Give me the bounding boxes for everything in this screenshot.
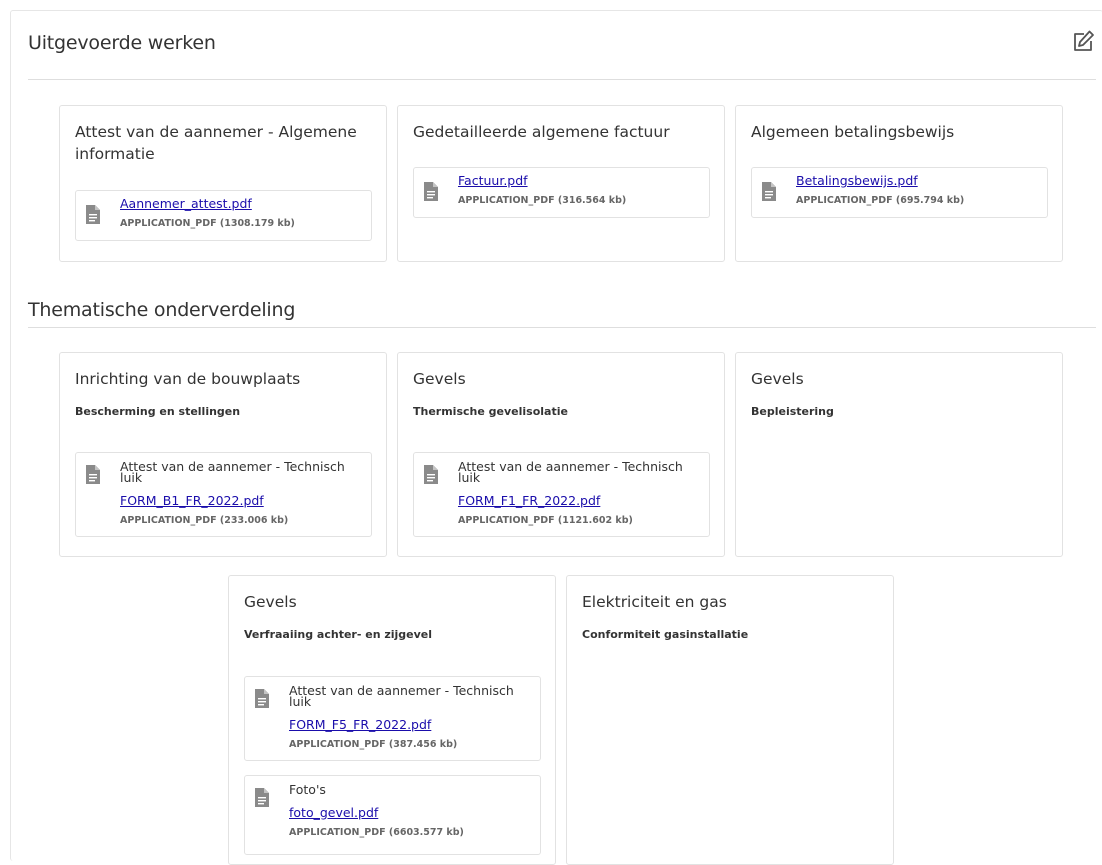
file-link[interactable]: FORM_F5_FR_2022.pdf <box>289 717 431 732</box>
file-icon <box>255 689 269 708</box>
edit-icon <box>1074 30 1094 51</box>
file-description: Foto's <box>289 782 326 797</box>
file-icon <box>86 465 100 484</box>
file-description: Attest van de aannemer - Technisch luik <box>458 459 683 485</box>
section-divider <box>28 79 1096 80</box>
card-subtitle: Conformiteit gasinstallatie <box>582 628 749 641</box>
file-description: Attest van de aannemer - Technisch luik <box>289 683 514 709</box>
file-meta: APPLICATION_PDF (6603.577 kb) <box>289 827 464 838</box>
card-title: Algemeen betalingsbewijs <box>751 123 955 141</box>
card-inrichting-bouwplaats: Inrichting van de bouwplaats Bescherming… <box>59 352 387 557</box>
file-link[interactable]: Betalingsbewijs.pdf <box>796 173 918 188</box>
file-link[interactable]: Aannemer_attest.pdf <box>120 196 252 211</box>
card-attest-algemene-informatie: Attest van de aannemer - Algemene inform… <box>59 105 387 262</box>
file-meta: APPLICATION_PDF (233.006 kb) <box>120 515 289 526</box>
file-meta: APPLICATION_PDF (1121.602 kb) <box>458 515 633 526</box>
card-gedetailleerde-factuur: Gedetailleerde algemene factuur Factuur.… <box>397 105 725 262</box>
card-title: Gedetailleerde algemene factuur <box>413 123 670 141</box>
card-subtitle: Thermische gevelisolatie <box>413 405 568 418</box>
file-icon <box>255 788 269 807</box>
section-divider <box>28 327 1096 328</box>
file-item: Foto's foto_gevel.pdf APPLICATION_PDF (6… <box>244 775 541 855</box>
file-item: Factuur.pdf APPLICATION_PDF (316.564 kb) <box>413 167 710 218</box>
card-title: Elektriciteit en gas <box>582 593 727 611</box>
file-link[interactable]: FORM_F1_FR_2022.pdf <box>458 493 600 508</box>
card-subtitle: Bescherming en stellingen <box>75 405 241 418</box>
file-item: Attest van de aannemer - Technisch luik … <box>413 452 710 537</box>
card-title: Gevels <box>413 370 466 388</box>
card-subtitle: Verfraaiing achter- en zijgevel <box>244 628 433 641</box>
file-link[interactable]: Factuur.pdf <box>458 173 528 188</box>
file-icon <box>86 205 100 224</box>
file-item: Attest van de aannemer - Technisch luik … <box>75 452 372 537</box>
file-meta: APPLICATION_PDF (1308.179 kb) <box>120 218 295 229</box>
file-item: Aannemer_attest.pdf APPLICATION_PDF (130… <box>75 190 372 241</box>
card-title: Inrichting van de bouwplaats <box>75 370 301 388</box>
file-icon <box>424 182 438 201</box>
file-description: Attest van de aannemer - Technisch luik <box>120 459 345 485</box>
section-title-thematische-onderverdeling: Thematische onderverdeling <box>28 299 296 321</box>
card-subtitle: Bepleistering <box>751 405 834 418</box>
card-gevels-verfraaiing: Gevels Verfraaiing achter- en zijgevel A… <box>228 575 556 865</box>
file-meta: APPLICATION_PDF (387.456 kb) <box>289 739 458 750</box>
edit-button[interactable] <box>1070 28 1096 54</box>
card-gevels-bepleistering: Gevels Bepleistering <box>735 352 1063 557</box>
file-link[interactable]: foto_gevel.pdf <box>289 805 378 820</box>
file-icon <box>424 465 438 484</box>
card-title: Gevels <box>244 593 297 611</box>
card-algemeen-betalingsbewijs: Algemeen betalingsbewijs Betalingsbewijs… <box>735 105 1063 262</box>
file-meta: APPLICATION_PDF (695.794 kb) <box>796 195 965 206</box>
card-title: Gevels <box>751 370 804 388</box>
file-meta: APPLICATION_PDF (316.564 kb) <box>458 195 627 206</box>
file-icon <box>762 182 776 201</box>
card-elektriciteit-gas: Elektriciteit en gas Conformiteit gasins… <box>566 575 894 865</box>
file-link[interactable]: FORM_B1_FR_2022.pdf <box>120 493 264 508</box>
section-title-uitgevoerde-werken: Uitgevoerde werken <box>28 32 216 54</box>
file-item: Betalingsbewijs.pdf APPLICATION_PDF (695… <box>751 167 1048 218</box>
file-item: Attest van de aannemer - Technisch luik … <box>244 676 541 761</box>
card-gevels-thermische-isolatie: Gevels Thermische gevelisolatie Attest v… <box>397 352 725 557</box>
card-title: Attest van de aannemer - Algemene inform… <box>75 123 357 163</box>
